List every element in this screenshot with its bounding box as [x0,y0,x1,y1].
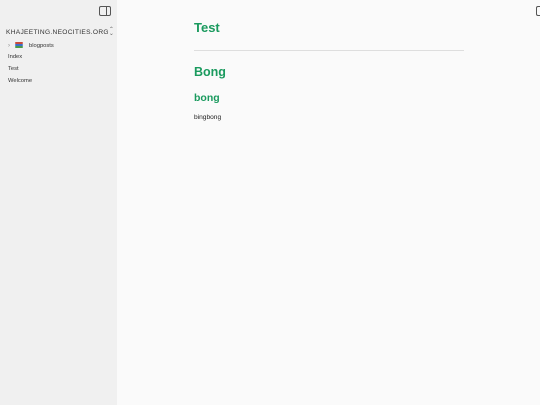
tree-file-index[interactable]: Index [0,51,117,63]
folder-label: blogposts [29,42,54,49]
tree-file-welcome[interactable]: Welcome [0,75,117,87]
sidebar: KHAJEETING.NEOCITIES.ORG ⌃ ⌄ › blogposts … [0,0,117,405]
chevron-right-icon[interactable]: › [8,43,15,49]
books-icon [15,42,23,49]
sidebar-toggle-icon[interactable] [99,6,111,16]
paragraph: bingbong [194,114,222,121]
tree-file-test[interactable]: Test [0,63,117,75]
right-panel-toggle-icon[interactable] [536,6,540,16]
vault-name: KHAJEETING.NEOCITIES.ORG [6,28,109,36]
divider [194,50,464,51]
tree-folder-blogposts[interactable]: › blogposts [0,40,117,51]
heading-1: Bong [194,65,226,79]
page-title: Test [194,20,220,35]
vault-switcher[interactable]: KHAJEETING.NEOCITIES.ORG ⌃ ⌄ [6,27,114,37]
heading-2: bong [194,92,220,104]
file-tree: › blogposts Index Test Welcome [0,40,117,87]
chevron-up-down-icon[interactable]: ⌃ ⌄ [109,27,114,37]
